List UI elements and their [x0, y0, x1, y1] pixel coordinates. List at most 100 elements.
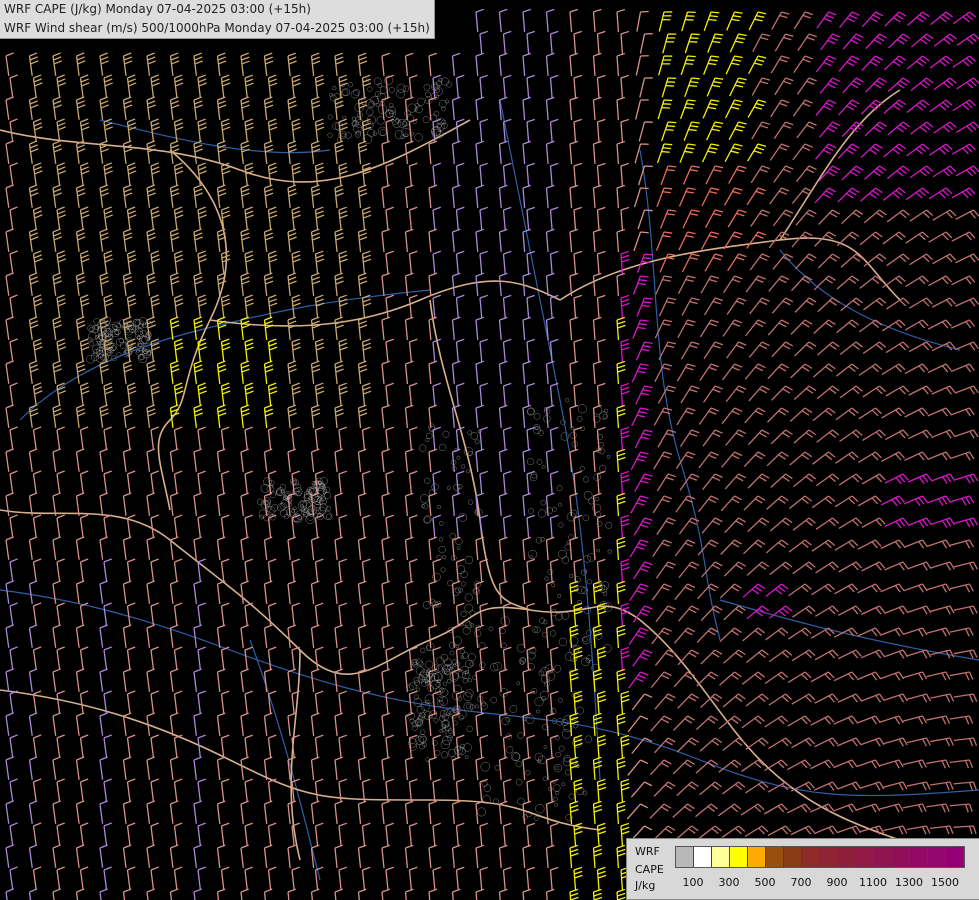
legend-tick: 900	[826, 876, 848, 889]
wind-barb	[545, 888, 555, 900]
wind-barb	[740, 803, 765, 816]
wind-barb-stroke	[220, 866, 230, 890]
wind-barb-stroke	[792, 517, 816, 531]
wind-barb-stroke	[9, 426, 18, 450]
wind-barb-stroke	[703, 297, 724, 316]
wind-barb-stroke	[787, 715, 812, 727]
wind-barb-stroke	[839, 385, 863, 399]
wind-barb-stroke	[765, 583, 789, 597]
wind-barb-stroke	[357, 624, 367, 648]
wind-barb-stroke	[772, 253, 794, 270]
wind-barb-stroke	[810, 759, 835, 770]
wind-barb	[836, 231, 860, 247]
wind-barb	[630, 495, 649, 514]
wind-barb	[287, 96, 297, 120]
wind-barb	[839, 429, 863, 442]
wind-barb-stroke	[573, 426, 583, 450]
wind-barb-stroke	[954, 385, 979, 395]
wind-barb	[632, 319, 649, 339]
wind-barb-stroke	[169, 668, 179, 692]
wind-barb-stroke	[724, 143, 743, 162]
wind-barb	[680, 385, 700, 404]
wind-barb	[743, 539, 766, 555]
wind-barb-stroke	[838, 605, 862, 616]
wind-barb	[122, 404, 133, 428]
wind-barb-stroke	[860, 649, 885, 659]
wind-barb-stroke	[620, 162, 630, 186]
wind-barb	[880, 539, 905, 549]
wind-barb	[652, 495, 673, 514]
wind-barb-stroke	[766, 407, 789, 423]
wind-barb	[885, 341, 910, 354]
wind-barb	[432, 382, 441, 406]
wind-barb-stroke	[9, 470, 18, 494]
wind-barb-stroke	[334, 492, 343, 516]
wind-barb-stroke	[52, 492, 61, 516]
wind-barb	[361, 778, 371, 802]
wind-barb-stroke	[569, 184, 579, 208]
wind-barb	[173, 338, 184, 362]
wind-barb	[706, 121, 724, 141]
wind-barb	[263, 712, 273, 736]
wind-barb-stroke	[723, 275, 743, 294]
wind-barb	[79, 294, 90, 318]
wind-barb	[569, 536, 579, 560]
wind-barb	[592, 492, 602, 516]
wind-barb	[263, 800, 273, 824]
wind-barb	[620, 118, 630, 142]
wind-barb-stroke	[545, 52, 555, 76]
wind-barb-stroke	[244, 822, 253, 846]
contour-ring	[556, 485, 563, 492]
wind-barb-stroke	[79, 514, 89, 538]
wind-barb	[569, 228, 579, 252]
wind-barb	[338, 690, 347, 714]
wind-barb-stroke	[314, 294, 325, 318]
wind-barb-stroke	[52, 52, 62, 76]
wind-barb-stroke	[479, 514, 489, 538]
wind-barb	[122, 448, 132, 472]
wind-barb-stroke	[197, 118, 207, 142]
wind-barb-stroke	[771, 385, 793, 401]
wind-barb-stroke	[216, 448, 226, 472]
wind-barb	[122, 580, 132, 604]
wind-barb	[839, 385, 863, 399]
wind-barb-stroke	[592, 712, 603, 736]
wind-barb	[724, 143, 743, 162]
wind-barb	[526, 206, 536, 230]
wind-barb	[569, 360, 579, 384]
wind-barb	[475, 360, 485, 384]
wind-barb	[745, 737, 769, 751]
wind-barb-stroke	[526, 646, 536, 670]
wind-barb-stroke	[381, 756, 390, 780]
wind-barb-stroke	[314, 338, 325, 362]
wind-barb	[197, 206, 207, 230]
wind-barb	[522, 448, 532, 472]
wind-barb	[747, 517, 770, 533]
wind-barb	[840, 253, 864, 268]
wind-barb-stroke	[596, 514, 606, 538]
wind-barb	[864, 77, 887, 93]
wind-barb	[52, 140, 62, 164]
wind-barb	[28, 360, 39, 384]
wind-barb	[729, 33, 747, 53]
wind-barb-stroke	[654, 693, 676, 710]
wind-barb-stroke	[334, 536, 343, 560]
wind-barb-stroke	[680, 55, 696, 76]
wind-barb-stroke	[9, 514, 18, 538]
wind-barb-stroke	[951, 187, 976, 199]
wind-barb	[385, 470, 394, 494]
wind-barb-stroke	[907, 693, 932, 703]
wind-barb-stroke	[79, 294, 90, 318]
contour-ring	[586, 579, 593, 585]
wind-barb	[52, 228, 62, 252]
wind-barb-stroke	[338, 558, 347, 582]
wind-barb	[649, 803, 672, 819]
contour-ring	[558, 637, 568, 647]
wind-barb	[150, 734, 159, 758]
wind-barb-stroke	[385, 382, 394, 406]
wind-barb	[408, 338, 418, 362]
wind-barb-stroke	[263, 448, 273, 472]
wind-barb	[479, 382, 489, 406]
wind-barb	[902, 715, 928, 725]
wind-barb	[549, 822, 559, 846]
